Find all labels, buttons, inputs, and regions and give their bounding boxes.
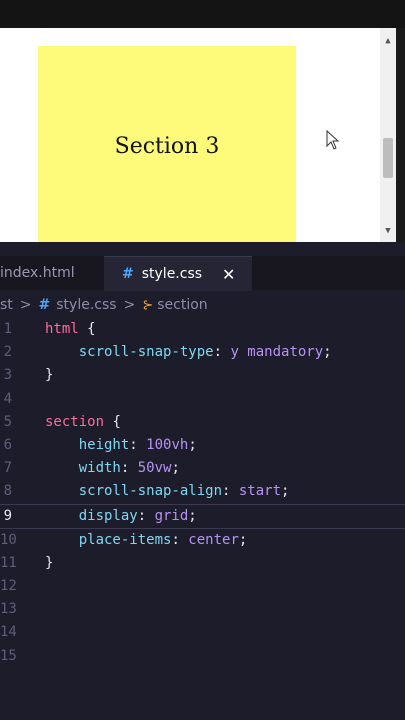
code-token: ; — [188, 436, 197, 453]
line-text: scroll-snap-type: y mandatory; — [45, 341, 332, 364]
line-number: 15 — [0, 647, 17, 664]
code-token: width — [45, 460, 121, 477]
code-token: } — [45, 367, 54, 384]
code-token: : — [129, 436, 147, 453]
css-hash-icon: # — [38, 297, 51, 313]
line-text: } — [45, 552, 53, 575]
code-token: height — [45, 436, 130, 453]
tab-bar: index.html # style.css ✕ — [0, 256, 405, 291]
code-token: 50vw — [137, 460, 172, 477]
code-token: ; — [238, 531, 248, 548]
close-tab-icon[interactable]: ✕ — [222, 265, 235, 284]
line-number: 11 — [0, 554, 17, 571]
line-text: display: grid; — [45, 505, 197, 528]
code-token: : — [171, 531, 189, 548]
line-text: section { — [45, 411, 121, 434]
code-token: grid — [154, 507, 189, 524]
scroll-down-arrow-icon[interactable]: ▼ — [380, 224, 396, 238]
line-text: place-items: center; — [45, 529, 248, 552]
code-token: scroll-snap-align — [45, 483, 223, 500]
code-token: start — [238, 483, 282, 500]
code-token: display — [45, 507, 138, 524]
code-line[interactable]: 11} — [0, 552, 405, 575]
breadcrumb-separator: > — [19, 297, 32, 313]
code-token: : — [222, 483, 239, 500]
code-line[interactable]: 14 — [0, 621, 405, 644]
line-number: 7 — [3, 460, 12, 477]
code-token: { — [78, 321, 96, 337]
line-number: 9 — [3, 507, 12, 524]
browser-viewport[interactable]: Section 3 ▲ ▼ — [0, 28, 396, 242]
code-line[interactable]: 13 — [0, 598, 405, 621]
code-token: : — [213, 344, 231, 361]
symbol-icon: ⊱ — [142, 297, 154, 313]
code-token: scroll-snap-type — [45, 344, 214, 361]
line-number: 10 — [0, 531, 17, 548]
code-token: { — [104, 413, 121, 430]
code-token: : — [120, 460, 138, 477]
code-line[interactable]: 4 — [0, 388, 405, 411]
code-token: center — [188, 531, 239, 548]
breadcrumb-file[interactable]: style.css — [56, 297, 116, 313]
code-line[interactable]: 8 scroll-snap-align: start; — [0, 480, 405, 503]
window-edge — [396, 28, 405, 242]
code-token: } — [45, 554, 54, 571]
code-token: ; — [323, 344, 332, 361]
code-token: ; — [171, 460, 180, 477]
code-line[interactable]: 6 height: 100vh; — [0, 434, 405, 457]
css-hash-icon: # — [122, 266, 134, 282]
code-line[interactable]: 1 html { — [0, 318, 405, 341]
code-token: 100vh — [146, 436, 189, 453]
line-number: 6 — [3, 436, 12, 453]
breadcrumb-root[interactable]: st — [0, 297, 13, 313]
code-token: ; — [281, 483, 290, 500]
code-area[interactable]: 1 html {2 scroll-snap-type: y mandatory; 3… — [0, 318, 405, 668]
mouse-cursor-icon — [326, 130, 340, 150]
section-label: Section 3 — [114, 133, 220, 159]
line-number: 13 — [0, 601, 17, 618]
scroll-up-arrow-icon[interactable]: ▲ — [380, 34, 396, 48]
line-number: 5 — [3, 413, 12, 430]
scroll-thumb[interactable] — [383, 138, 393, 178]
code-token: : — [137, 507, 155, 524]
line-text: scroll-snap-align: start; — [45, 480, 290, 503]
line-number: 14 — [0, 624, 17, 641]
line-text: html { — [45, 318, 96, 341]
line-number: 4 — [3, 390, 12, 407]
code-line[interactable]: 12 — [0, 575, 405, 598]
line-number: 8 — [3, 483, 12, 500]
breadcrumb: st > # style.css > ⊱ section — [0, 294, 405, 316]
code-line[interactable]: 3} — [0, 364, 405, 387]
code-token: place-items — [45, 531, 172, 548]
line-text: } — [45, 364, 53, 387]
tab-label: index.html — [0, 265, 75, 281]
tab-style-css[interactable]: # style.css ✕ — [104, 256, 252, 291]
code-line[interactable]: 10 place-items: center; — [0, 529, 405, 552]
code-editor[interactable]: index.html # style.css ✕ st > # style.cs… — [0, 242, 405, 720]
vertical-scrollbar[interactable]: ▲ ▼ — [380, 28, 396, 242]
breadcrumb-separator: > — [123, 297, 136, 313]
code-line[interactable]: 9 display: grid; — [0, 503, 405, 529]
code-token: ; — [188, 507, 197, 524]
line-text: height: 100vh; — [45, 434, 197, 457]
line-number: 1 — [3, 321, 12, 337]
top-bar — [0, 0, 405, 28]
breadcrumb-symbol[interactable]: section — [157, 297, 207, 313]
line-number: 3 — [3, 367, 12, 384]
code-line[interactable]: 15 — [0, 645, 405, 668]
code-line[interactable]: 5 section { — [0, 411, 405, 434]
code-token: html — [45, 321, 79, 337]
code-line[interactable]: 2 scroll-snap-type: y mandatory; — [0, 341, 405, 364]
line-number: 2 — [3, 344, 12, 361]
section-3: Section 3 — [38, 46, 296, 242]
line-number: 12 — [0, 578, 17, 595]
tab-label: style.css — [141, 266, 203, 282]
code-token: y mandatory — [230, 344, 324, 361]
code-token: section — [45, 413, 105, 430]
line-text: width: 50vw; — [45, 457, 180, 480]
code-line[interactable]: 7 width: 50vw; — [0, 457, 405, 480]
tab-index-html[interactable]: index.html — [0, 256, 104, 290]
